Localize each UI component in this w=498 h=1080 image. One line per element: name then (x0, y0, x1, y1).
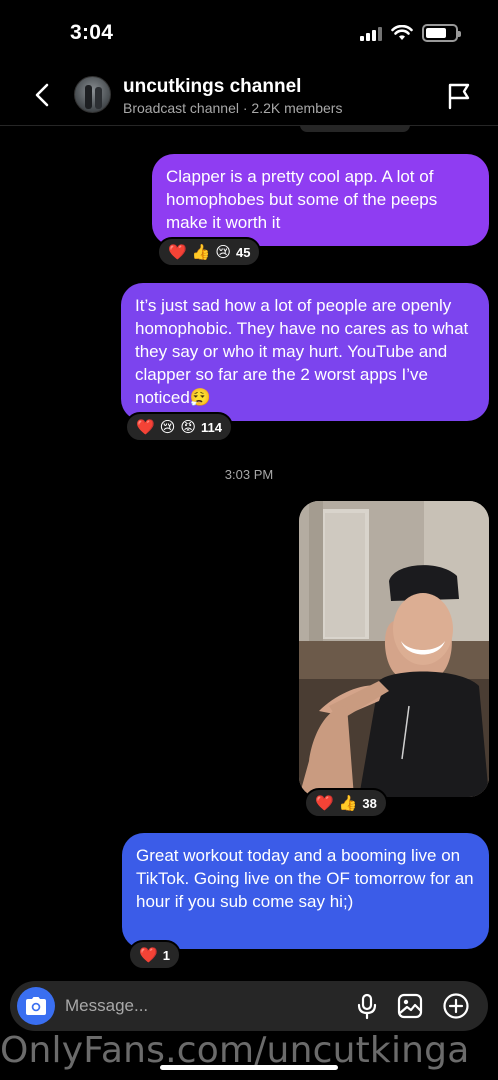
message-bubble[interactable]: Great workout today and a booming live o… (122, 833, 489, 949)
message-text: Clapper is a pretty cool app. A lot of h… (166, 167, 438, 232)
microphone-icon[interactable] (353, 992, 381, 1020)
reaction-count: 114 (200, 419, 222, 435)
battery-fill (426, 28, 446, 38)
message-timestamp: 3:03 PM (224, 467, 274, 482)
channel-name[interactable]: uncutkings channel (123, 76, 301, 98)
crying-reaction: 😢 (159, 418, 176, 436)
message-text: Great workout today and a booming live o… (136, 846, 474, 911)
wifi-icon (391, 25, 413, 40)
thumbs-up-reaction: 👍 (338, 794, 358, 812)
camera-icon (26, 997, 46, 1015)
flag-icon[interactable] (446, 82, 472, 110)
message-input[interactable] (65, 981, 335, 1031)
selfie-photo (299, 501, 489, 797)
chevron-left-icon[interactable] (28, 80, 58, 110)
message-bubble[interactable]: It’s just sad how a lot of people are op… (121, 283, 489, 421)
battery-icon (422, 24, 461, 42)
image-icon[interactable] (396, 992, 424, 1020)
home-indicator[interactable] (160, 1065, 338, 1070)
status-bar: 3:04 (0, 0, 498, 68)
reaction-count: 38 (362, 795, 377, 811)
heart-reaction: ❤️ (168, 243, 187, 261)
heart-reaction: ❤️ (136, 418, 155, 436)
message-thread[interactable]: Clapper is a pretty cool app. A lot of h… (0, 118, 498, 976)
cellular-signal-icon (360, 25, 382, 41)
status-time: 3:04 (70, 21, 114, 44)
reaction-pill[interactable]: ❤️ 👍 38 (304, 788, 388, 818)
message-bubble[interactable]: Clapper is a pretty cool app. A lot of h… (152, 154, 489, 246)
reaction-pill[interactable]: ❤️ 1 (128, 940, 181, 970)
channel-subtitle: Broadcast channel · 2.2K members (123, 100, 343, 116)
message-composer (10, 981, 488, 1031)
message-text: It’s just sad how a lot of people are op… (135, 296, 469, 407)
reaction-pill[interactable]: ❤️ 👍 😢 45 (157, 237, 262, 267)
angry-reaction: 😡 (180, 418, 196, 436)
thumbs-up-reaction: 👍 (191, 243, 211, 261)
add-icon[interactable] (442, 992, 470, 1020)
status-icons (360, 24, 461, 42)
heart-reaction: ❤️ (315, 794, 334, 812)
reaction-pill[interactable]: ❤️ 😢 😡 114 (125, 412, 233, 442)
channel-avatar[interactable] (74, 76, 111, 113)
camera-button[interactable] (17, 987, 55, 1025)
chat-header: uncutkings channel Broadcast channel · 2… (0, 68, 498, 126)
photo-message[interactable] (299, 501, 489, 797)
reaction-count: 1 (162, 947, 170, 963)
reaction-count: 45 (236, 244, 251, 260)
crying-reaction: 😢 (215, 243, 232, 261)
heart-reaction: ❤️ (139, 946, 158, 964)
